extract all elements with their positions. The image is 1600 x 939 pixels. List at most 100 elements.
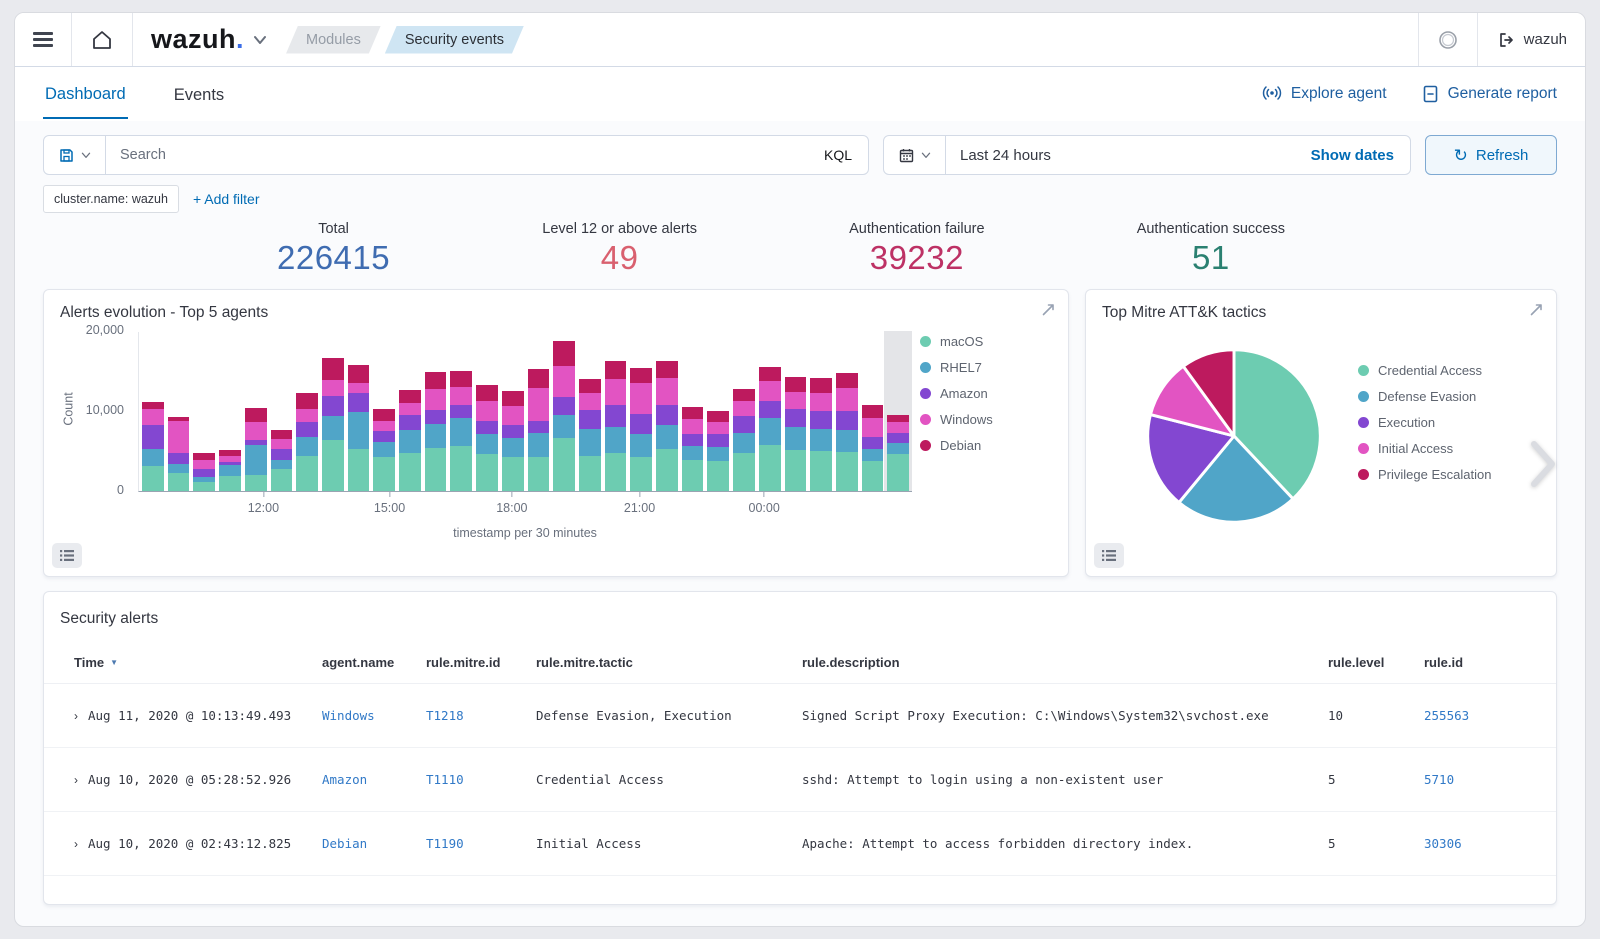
bar[interactable] [399,390,421,491]
bar-segment-macos [605,453,627,491]
legend-item-initial-access[interactable]: Initial Access [1358,441,1528,456]
menu-button[interactable] [15,13,71,66]
column-header-time[interactable]: Time▼ [74,655,322,670]
table-row[interactable]: ›Aug 10, 2020 @ 02:43:12.825DebianT1190I… [44,812,1556,876]
panel-options-button[interactable] [1094,543,1124,568]
cell-agent-name[interactable]: Debian [322,836,426,851]
column-header-label: Time [74,655,104,670]
bar[interactable] [785,377,807,491]
calendar-button[interactable] [884,136,946,174]
bar[interactable] [579,379,601,491]
cell-rule-mitre-id[interactable]: T1190 [426,836,536,851]
tab-dashboard[interactable]: Dashboard [43,70,128,119]
table-row[interactable]: ›Aug 10, 2020 @ 05:28:52.926AmazonT1110C… [44,748,1556,812]
bar-segment-rhel7 [733,433,755,454]
bar[interactable] [862,405,884,491]
hamburger-icon [33,29,53,51]
column-header-rule-level[interactable]: rule.level [1328,655,1424,670]
stat-label: Authentication success [1137,221,1285,237]
bar[interactable] [348,365,370,491]
tab-events[interactable]: Events [172,71,226,118]
bar[interactable] [682,407,704,491]
bar[interactable] [322,358,344,491]
breadcrumb-security-events[interactable]: Security events [385,26,524,54]
bar[interactable] [193,453,215,491]
column-header-rule-mitre-tactic[interactable]: rule.mitre.tactic [536,655,802,670]
time-range-value[interactable]: Last 24 hours [946,147,1065,164]
cell-rule-id[interactable]: 30306 [1424,836,1540,851]
column-header-rule-mitre-id[interactable]: rule.mitre.id [426,655,536,670]
column-header-rule-id[interactable]: rule.id [1424,655,1540,670]
bar[interactable] [373,409,395,491]
explore-agent-button[interactable]: Explore agent [1261,84,1387,104]
bar-segment-debian [682,407,704,419]
legend-item-rhel7[interactable]: RHEL7 [920,360,1050,375]
panel-options-button[interactable] [52,543,82,568]
bar[interactable] [168,417,190,491]
bar[interactable] [296,393,318,491]
bar[interactable] [245,408,267,491]
bar[interactable] [605,361,627,491]
kql-button[interactable]: KQL [808,147,868,163]
show-dates-button[interactable]: Show dates [1295,147,1410,164]
bar[interactable] [836,373,858,491]
bar[interactable] [528,369,550,491]
next-page-chevron[interactable] [1526,438,1560,490]
bar[interactable] [887,415,909,491]
bar-segment-amazon [579,410,601,428]
bar[interactable] [502,391,524,491]
table-row[interactable]: ›Aug 11, 2020 @ 10:13:49.493WindowsT1218… [44,684,1556,748]
home-button[interactable] [72,13,132,66]
bar[interactable] [425,372,447,491]
cell-rule-level: 10 [1328,708,1424,723]
bar[interactable] [142,402,164,491]
filter-chip-cluster[interactable]: cluster.name: wazuh [43,185,179,213]
breadcrumb-modules[interactable]: Modules [286,26,381,54]
bar[interactable] [450,371,472,491]
chevron-down-icon[interactable] [250,30,270,50]
bar[interactable] [271,430,293,491]
bar[interactable] [733,389,755,491]
legend-item-debian[interactable]: Debian [920,438,1050,453]
health-button[interactable] [1419,13,1477,66]
expand-row-chevron[interactable]: › [74,773,78,787]
column-header-agent-name[interactable]: agent.name [322,655,426,670]
logout-button[interactable]: wazuh [1478,13,1585,66]
bar[interactable] [219,450,241,491]
refresh-button[interactable]: ↻ Refresh [1425,135,1557,175]
cell-rule-mitre-id[interactable]: T1218 [426,708,536,723]
expand-row-chevron[interactable]: › [74,709,78,723]
legend-item-windows[interactable]: Windows [920,412,1050,427]
bar[interactable] [707,411,729,491]
expand-icon[interactable] [1041,302,1056,317]
bar[interactable] [759,367,781,491]
cell-rule-id[interactable]: 5710 [1424,772,1540,787]
legend-item-amazon[interactable]: Amazon [920,386,1050,401]
bar[interactable] [810,378,832,491]
bar[interactable] [656,361,678,491]
saved-queries-button[interactable] [44,136,106,174]
legend-item-execution[interactable]: Execution [1358,415,1528,430]
bar-segment-macos [836,452,858,491]
legend-dot [920,414,931,425]
cell-agent-name[interactable]: Amazon [322,772,426,787]
cell-rule-id[interactable]: 255563 [1424,708,1540,723]
expand-row-chevron[interactable]: › [74,837,78,851]
legend-item-defense-evasion[interactable]: Defense Evasion [1358,389,1528,404]
column-header-rule-description[interactable]: rule.description [802,655,1328,670]
expand-icon[interactable] [1529,302,1544,317]
legend-item-privilege-escalation[interactable]: Privilege Escalation [1358,467,1528,482]
cell-rule-mitre-id[interactable]: T1110 [426,772,536,787]
add-filter-button[interactable]: + Add filter [193,191,260,207]
legend-label: macOS [940,334,983,349]
legend-item-credential-access[interactable]: Credential Access [1358,363,1528,378]
generate-report-button[interactable]: Generate report [1421,84,1557,104]
bar[interactable] [476,385,498,491]
bar[interactable] [553,341,575,491]
wazuh-logo[interactable]: wazuh. [133,24,250,55]
legend-dot [1358,469,1369,480]
legend-item-macos[interactable]: macOS [920,334,1050,349]
search-input[interactable] [106,147,808,163]
cell-agent-name[interactable]: Windows [322,708,426,723]
bar[interactable] [630,368,652,491]
